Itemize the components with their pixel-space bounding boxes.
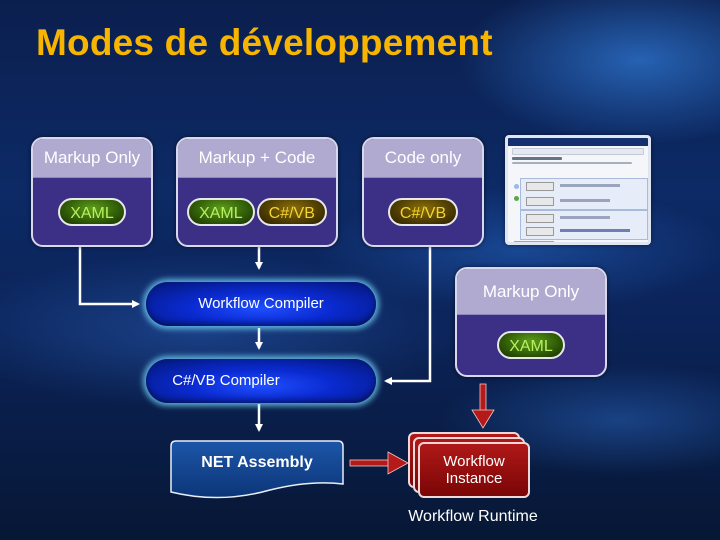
slide-title: Modes de développement bbox=[36, 22, 493, 63]
mode-box-markup-code: Markup + Code XAML C#/VB bbox=[176, 137, 338, 247]
designer-text bbox=[560, 184, 620, 187]
mode-header: Code only bbox=[364, 139, 482, 178]
connectors bbox=[78, 247, 495, 475]
mode-box-markup-only-runtime: Markup Only XAML bbox=[455, 267, 607, 377]
mode-header: Markup Only bbox=[457, 269, 605, 315]
red-arrow-right bbox=[349, 451, 409, 475]
designer-actions-button bbox=[526, 197, 554, 206]
designer-description bbox=[512, 162, 632, 164]
mode-box-markup-only: Markup Only XAML bbox=[31, 137, 153, 247]
designer-text bbox=[560, 199, 610, 202]
designer-branch-dot bbox=[514, 184, 519, 189]
xaml-tag: XAML bbox=[497, 331, 565, 359]
csvb-compiler: C#/VB Compiler bbox=[146, 359, 376, 403]
assembly-label: NET Assembly bbox=[201, 454, 313, 471]
instance-label-line2: Instance bbox=[445, 470, 503, 487]
connector-code-only-to-csvb-compiler bbox=[384, 247, 432, 385]
designer-add-link bbox=[514, 241, 554, 242]
designer-heading bbox=[512, 157, 562, 160]
red-arrow-down bbox=[471, 383, 495, 429]
designer-step-name-row bbox=[512, 148, 644, 155]
workflow-designer-thumbnail bbox=[505, 135, 651, 245]
xaml-tag: XAML bbox=[187, 197, 255, 226]
csvb-tag: C#/VB bbox=[387, 197, 459, 226]
designer-titlebar bbox=[508, 138, 648, 146]
designer-branch-dot bbox=[514, 196, 519, 201]
designer-conditions-button bbox=[526, 182, 554, 191]
connector-markup-only-to-workflow-compiler bbox=[78, 247, 140, 308]
designer-text bbox=[560, 216, 610, 219]
designer-actions-button bbox=[526, 227, 554, 236]
xaml-tag: XAML bbox=[58, 197, 126, 226]
instance-card-front: Workflow Instance bbox=[418, 442, 530, 498]
mode-header: Markup Only bbox=[33, 139, 151, 178]
mode-header: Markup + Code bbox=[178, 139, 336, 178]
csvb-tag: C#/VB bbox=[256, 197, 327, 226]
designer-text bbox=[560, 229, 630, 232]
mode-box-code-only: Code only C#/VB bbox=[362, 137, 484, 247]
workflow-runtime-label: Workflow Runtime bbox=[408, 508, 538, 525]
net-assembly: NET Assembly bbox=[170, 440, 344, 502]
workflow-instance-stack: Workflow Instance bbox=[408, 432, 534, 502]
designer-conditions-button bbox=[526, 214, 554, 223]
workflow-compiler: Workflow Compiler bbox=[146, 282, 376, 326]
instance-label-line1: Workflow bbox=[443, 453, 505, 470]
